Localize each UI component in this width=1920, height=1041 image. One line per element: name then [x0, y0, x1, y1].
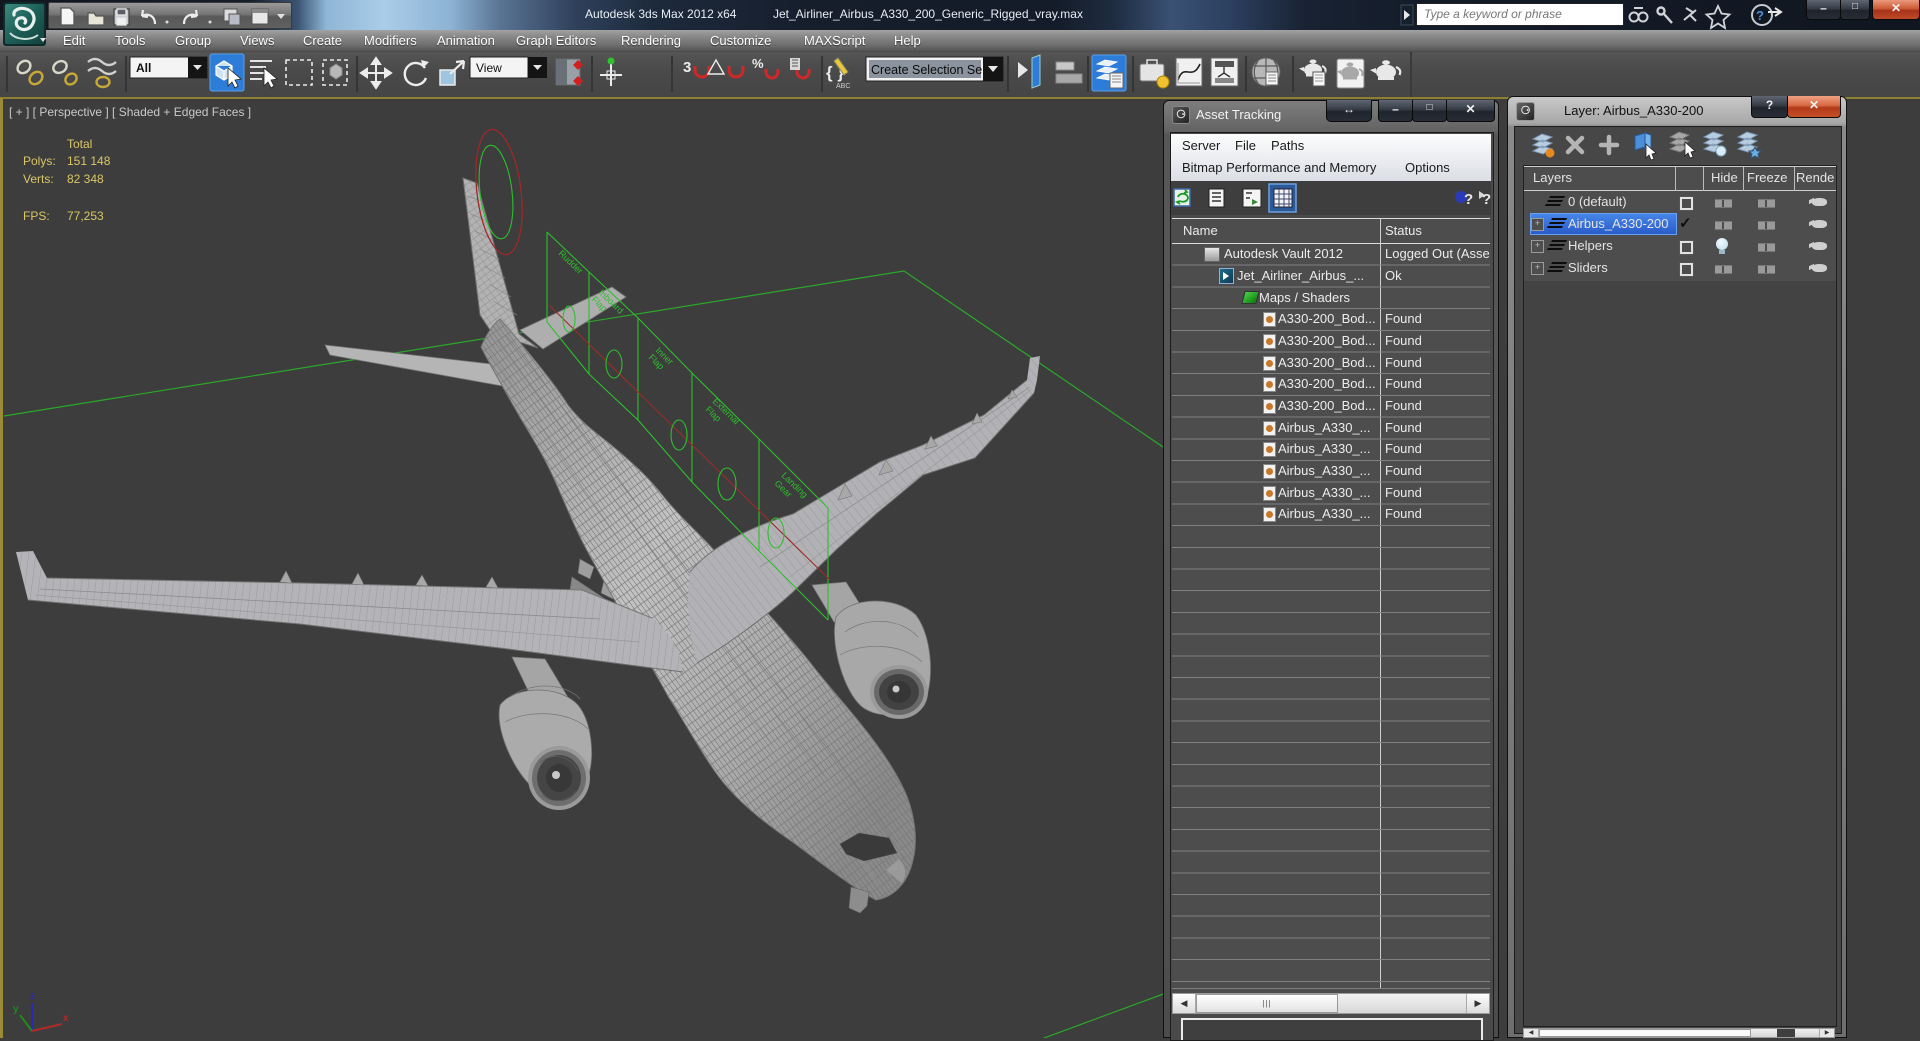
svg-text:x: x [63, 1013, 69, 1024]
svg-text:z: z [30, 991, 35, 1002]
svg-text:3: 3 [683, 59, 691, 76]
svg-text:?: ? [1756, 8, 1764, 23]
svg-text:%: % [752, 56, 764, 71]
svg-text:?: ? [1482, 191, 1491, 208]
svg-text:ABC: ABC [836, 83, 850, 90]
svg-text:Rudder: Rudder [557, 248, 585, 276]
svg-text:y: y [13, 1004, 19, 1015]
svg-text:?: ? [1464, 191, 1473, 208]
svg-text:All: All [136, 61, 151, 75]
svg-text:Create Selection Se: Create Selection Se [871, 63, 982, 77]
svg-text:View: View [476, 61, 502, 75]
